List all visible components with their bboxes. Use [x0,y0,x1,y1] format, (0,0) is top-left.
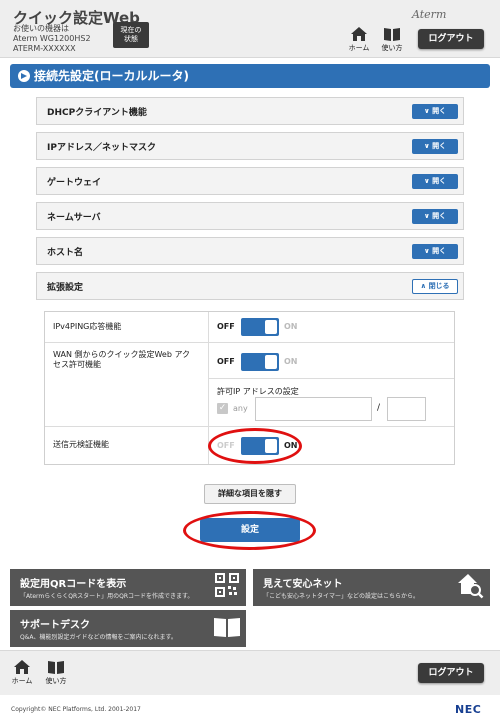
nec-logo: NEC [455,703,482,716]
any-checkbox[interactable]: ✓ [217,403,228,414]
allowed-ip-address-input[interactable] [255,397,372,421]
qr-code-panel[interactable]: 設定用QRコードを表示 「AtermらくらくQRスタート」用のQRコードを作成で… [10,569,246,606]
help-nav-button[interactable]: 使い方 [378,26,406,53]
toggle-on-text: ON [284,322,298,331]
accordion-label: 拡張設定 [47,283,84,293]
accordion-label: ネームサーバ [47,213,101,223]
support-panel-desc: Q&A、機能別設定ガイドなどの情報をご案内になれます。 [20,634,177,641]
model-line-2: Aterm WG1200HS2 [13,34,91,43]
any-label: any [233,404,248,413]
accordion-gateway: ゲートウェイ ∨ 開く [36,167,464,195]
accordion-ip-netmask: IPアドレス／ネットマスク ∨ 開く [36,132,464,160]
row-divider [45,342,454,343]
highlight-ring-source-check [208,428,302,464]
chevron-up-icon: ∧ [420,282,427,290]
book-icon [48,661,64,674]
accordion-label: ホスト名 [47,248,84,258]
home-nav-button-footer[interactable]: ホーム [8,659,36,686]
section-title-text: 接続先設定(ローカルルータ) [34,69,189,83]
open-button-label: 開く [432,142,447,150]
section-title: 接続先設定(ローカルルータ) [10,64,490,88]
book-icon [384,28,400,41]
toggle-on-text: ON [284,357,298,366]
accordion-dhcp-client: DHCPクライアント機能 ∨ 開く [36,97,464,125]
home-icon [14,660,30,674]
allowed-ip-mask-input[interactable] [387,397,426,421]
model-line-1: お使いの機器は [13,24,69,33]
chevron-down-icon: ∨ [423,247,430,255]
open-button-label: 開く [432,247,447,255]
wan-access-label: WAN 側からのクイック設定Web アク セス許可機能 [53,350,190,370]
accordion-extended: 拡張設定 ∧ 閉じる [36,272,464,300]
accordion-name-server: ネームサーバ ∨ 開く [36,202,464,230]
accordion-label: IPアドレス／ネットマスク [47,143,156,153]
row-divider [45,426,454,427]
help-label: 使い方 [381,44,403,52]
allowed-ip-label: 許可IP アドレスの設定 [217,387,299,396]
current-status-button[interactable]: 現在の 状態 [113,22,149,48]
hide-details-button[interactable]: 詳細な項目を隠す [204,484,296,504]
open-button[interactable]: ∨ 開く [412,104,458,119]
toggle-off-text: OFF [217,357,235,366]
open-button[interactable]: ∨ 開く [412,209,458,224]
section-arrow-icon [18,70,30,82]
support-panel-title: サポートデスク [20,620,90,631]
status-button-line-2: 状態 [124,35,138,43]
book-icon [214,618,240,637]
wan-access-label-line-1: WAN 側からのクイック設定Web アク [53,350,191,359]
aterm-logo: Aterm [412,8,447,21]
safe-panel-desc: 「こども安心ネットタイマー」などの設定はこちらから。 [263,593,420,600]
device-model-info: お使いの機器は Aterm WG1200HS2 ATERM-XXXXXX [13,24,91,54]
open-button[interactable]: ∨ 開く [412,244,458,259]
logout-button-top[interactable]: ログアウト [418,29,484,49]
house-search-icon [458,574,484,599]
qr-code-icon [215,573,239,597]
close-button[interactable]: ∧ 閉じる [412,279,458,294]
copyright-text: Copyright© NEC Platforms, Ltd. 2001-2017 [11,706,141,713]
ip-mask-separator: / [377,403,381,413]
home-label: ホーム [11,677,33,685]
open-button-label: 開く [432,212,447,220]
chevron-down-icon: ∨ [423,107,430,115]
home-nav-button[interactable]: ホーム [345,26,373,53]
ping-response-label: IPv4PING応答機能 [53,322,122,331]
highlight-ring-apply [183,511,316,550]
accordion-host-name: ホスト名 ∨ 開く [36,237,464,265]
safe-panel-title: 見えて安心ネット [263,579,343,590]
source-check-label: 送信元検証機能 [53,440,109,449]
safe-net-panel[interactable]: 見えて安心ネット 「こども安心ネットタイマー」などの設定はこちらから。 [253,569,490,606]
model-line-3: ATERM-XXXXXX [13,44,76,53]
chevron-down-icon: ∨ [423,177,430,185]
open-button[interactable]: ∨ 開く [412,139,458,154]
chevron-down-icon: ∨ [423,212,430,220]
toggle-off-text: OFF [217,322,235,331]
open-button[interactable]: ∨ 開く [412,174,458,189]
help-nav-button-footer[interactable]: 使い方 [42,659,70,686]
support-desk-panel[interactable]: サポートデスク Q&A、機能別設定ガイドなどの情報をご案内になれます。 [10,610,246,647]
row-divider [208,378,454,379]
check-icon: ✓ [218,403,227,413]
wan-access-label-line-2: セス許可機能 [53,360,101,369]
home-label: ホーム [348,44,370,52]
toggle-track [241,353,279,371]
status-button-line-1: 現在の [120,26,142,34]
accordion-label: ゲートウェイ [47,178,102,188]
toggle-knob [265,355,277,369]
qr-panel-desc: 「AtermらくらくQRスタート」用のQRコードを作成できます。 [20,593,194,600]
close-button-label: 閉じる [428,282,450,290]
open-button-label: 開く [432,177,447,185]
home-icon [351,27,367,41]
footer-bar: ホーム 使い方 ログアウト [0,650,500,695]
toggle-track [241,318,279,336]
logout-button-bottom[interactable]: ログアウト [418,663,484,683]
qr-panel-title: 設定用QRコードを表示 [20,579,127,590]
chevron-down-icon: ∨ [423,142,430,150]
toggle-knob [265,320,277,334]
help-label: 使い方 [45,677,67,685]
open-button-label: 開く [432,107,447,115]
accordion-label: DHCPクライアント機能 [47,108,147,118]
header-bar: クイック設定Web お使いの機器は Aterm WG1200HS2 ATERM-… [0,0,500,58]
